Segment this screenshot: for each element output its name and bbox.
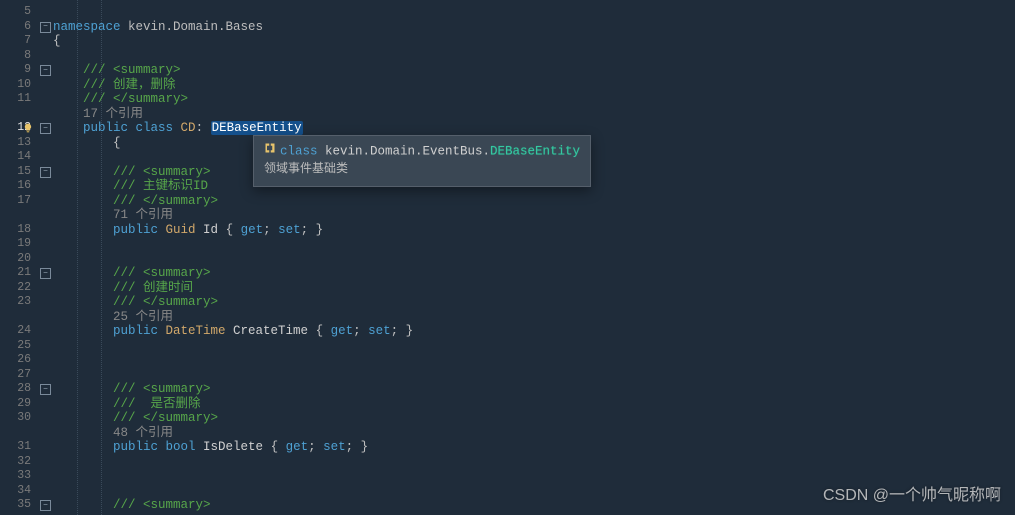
code-line[interactable]: {: [53, 34, 61, 49]
code-line[interactable]: [53, 368, 113, 383]
line-number: 10: [0, 78, 37, 93]
line-number: 23: [0, 295, 37, 310]
class-icon: [264, 142, 276, 160]
line-number: 24: [0, 324, 37, 339]
line-number: 5: [0, 5, 37, 20]
code-line[interactable]: [53, 353, 113, 368]
code-line[interactable]: [53, 469, 113, 484]
watermark: CSDN @一个帅气昵称啊: [823, 481, 1001, 505]
quickinfo-tooltip: class kevin.Domain.EventBus.DEBaseEntity…: [253, 135, 591, 187]
code-line[interactable]: public bool IsDelete { get; set; }: [53, 440, 368, 455]
code-line[interactable]: [53, 49, 83, 64]
code-area[interactable]: namespace kevin.Domain.Bases{ /// <summa…: [53, 0, 1015, 515]
code-line[interactable]: public Guid Id { get; set; }: [53, 223, 323, 238]
tooltip-namespace: kevin.Domain.EventBus.: [318, 144, 491, 158]
code-line[interactable]: 71 个引用: [53, 208, 173, 223]
line-number: 15: [0, 165, 37, 180]
line-number: 27: [0, 368, 37, 383]
code-line[interactable]: [53, 237, 113, 252]
tooltip-typename: DEBaseEntity: [490, 144, 580, 158]
code-line[interactable]: /// 主键标识ID: [53, 179, 208, 194]
code-line[interactable]: /// <summary>: [53, 382, 211, 397]
tooltip-keyword: class: [280, 144, 318, 158]
code-line[interactable]: /// <summary>: [53, 498, 211, 513]
code-line[interactable]: {: [53, 136, 121, 151]
line-number: 28: [0, 382, 37, 397]
code-line[interactable]: [53, 252, 113, 267]
code-line[interactable]: [53, 455, 113, 470]
code-editor[interactable]: 567891011 121314151617 181920212223 2425…: [0, 0, 1015, 515]
line-number: 19: [0, 237, 37, 252]
code-line[interactable]: 48 个引用: [53, 426, 173, 441]
code-line[interactable]: /// </summary>: [53, 295, 218, 310]
code-line[interactable]: 25 个引用: [53, 310, 173, 325]
fold-toggle[interactable]: −: [40, 123, 51, 134]
line-number: 11: [0, 92, 37, 107]
line-number: 20: [0, 252, 37, 267]
line-number: 35: [0, 498, 37, 513]
line-number: 31: [0, 440, 37, 455]
line-number: 26: [0, 353, 37, 368]
code-line[interactable]: /// </summary>: [53, 411, 218, 426]
fold-toggle[interactable]: −: [40, 500, 51, 511]
code-line[interactable]: /// 是否删除: [53, 397, 201, 412]
code-line[interactable]: /// 创建时间: [53, 281, 193, 296]
code-line[interactable]: public DateTime CreateTime { get; set; }: [53, 324, 413, 339]
line-number: 32: [0, 455, 37, 470]
line-number: 6: [0, 20, 37, 35]
code-line[interactable]: /// <summary>: [53, 266, 211, 281]
code-line[interactable]: [53, 150, 113, 165]
code-line[interactable]: /// <summary>: [53, 63, 181, 78]
line-number-gutter: 567891011 121314151617 181920212223 2425…: [0, 0, 37, 515]
line-number: 29: [0, 397, 37, 412]
fold-column[interactable]: − − − − − − −: [37, 0, 53, 515]
tooltip-description: 领域事件基础类: [264, 160, 580, 178]
line-number: 25: [0, 339, 37, 354]
lightbulb-icon[interactable]: [22, 122, 34, 134]
line-number: 9: [0, 63, 37, 78]
code-line[interactable]: [53, 339, 113, 354]
code-line[interactable]: [53, 484, 113, 499]
line-number: 17: [0, 194, 37, 209]
line-number: 7: [0, 34, 37, 49]
code-line[interactable]: /// <summary>: [53, 165, 211, 180]
fold-toggle[interactable]: −: [40, 167, 51, 178]
line-number: 21: [0, 266, 37, 281]
line-number: 33: [0, 469, 37, 484]
line-number: [0, 426, 37, 441]
fold-toggle[interactable]: −: [40, 268, 51, 279]
code-line[interactable]: /// 创建，删除: [53, 78, 176, 93]
line-number: 18: [0, 223, 37, 238]
line-number: 16: [0, 179, 37, 194]
code-line[interactable]: public class CD: DEBaseEntity: [53, 121, 303, 136]
line-number: 34: [0, 484, 37, 499]
code-line[interactable]: 17 个引用: [53, 107, 143, 122]
code-line[interactable]: /// </summary>: [53, 194, 218, 209]
line-number: [0, 107, 37, 122]
code-line[interactable]: namespace kevin.Domain.Bases: [53, 20, 263, 35]
line-number: 22: [0, 281, 37, 296]
line-number: 8: [0, 49, 37, 64]
fold-toggle[interactable]: −: [40, 384, 51, 395]
line-number: [0, 208, 37, 223]
code-line[interactable]: /// </summary>: [53, 92, 188, 107]
line-number: 30: [0, 411, 37, 426]
line-number: 13: [0, 136, 37, 151]
line-number: [0, 310, 37, 325]
line-number: 14: [0, 150, 37, 165]
fold-toggle[interactable]: −: [40, 65, 51, 76]
fold-toggle[interactable]: −: [40, 22, 51, 33]
